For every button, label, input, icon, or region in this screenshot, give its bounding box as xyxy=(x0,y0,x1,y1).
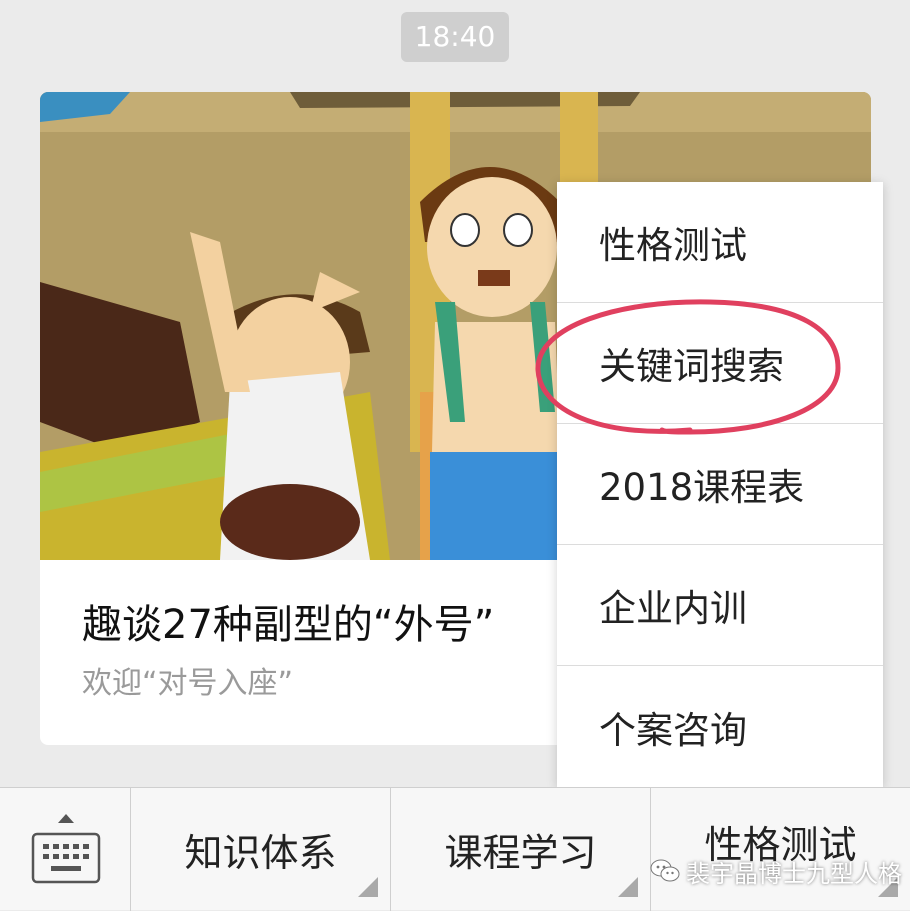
menu-item-corporate-training[interactable]: 企业内训 xyxy=(557,545,883,666)
menu-item-course-schedule[interactable]: 2018课程表 xyxy=(557,424,883,545)
up-arrow-icon xyxy=(58,814,74,823)
menu-item-personality-test[interactable]: 性格测试 xyxy=(557,182,883,303)
watermark: 裴宇晶博士九型人格 xyxy=(650,856,902,888)
bottom-menu-bar: 知识体系 课程学习 性格测试 xyxy=(0,787,910,911)
article-title: 趣谈27种副型的“外号” xyxy=(82,602,495,648)
tab-personality-test[interactable]: 性格测试 xyxy=(651,788,910,911)
submenu-indicator-icon xyxy=(358,877,378,897)
message-timestamp: 18:40 xyxy=(401,12,509,62)
tab-knowledge-system[interactable]: 知识体系 xyxy=(131,788,391,911)
tab-label: 课程学习 xyxy=(444,831,597,875)
watermark-text: 裴宇晶博士九型人格 xyxy=(686,859,902,888)
keyboard-toggle-button[interactable] xyxy=(0,788,131,911)
tab-label: 知识体系 xyxy=(184,831,337,875)
submenu-indicator-icon xyxy=(618,877,638,897)
article-subtitle: 欢迎“对号入座” xyxy=(82,666,294,701)
menu-item-case-consulting[interactable]: 个案咨询 xyxy=(557,666,883,787)
popup-submenu: 性格测试 关键词搜索 2018课程表 企业内训 个案咨询 xyxy=(557,182,883,787)
keyboard-icon xyxy=(31,832,101,884)
tab-course-learning[interactable]: 课程学习 xyxy=(391,788,651,911)
wechat-logo-icon xyxy=(650,859,680,882)
menu-item-keyword-search[interactable]: 关键词搜索 xyxy=(557,303,883,424)
